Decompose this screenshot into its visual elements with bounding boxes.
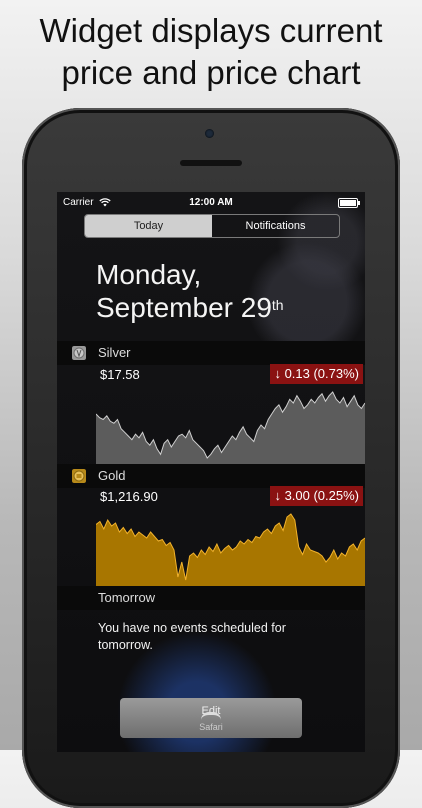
- date-text: September 29: [96, 292, 272, 323]
- chart-area: [96, 392, 365, 464]
- status-bar: Carrier 12:00 AM: [57, 192, 365, 212]
- notification-center-tabs: Today Notifications: [84, 214, 340, 238]
- silver-label: Silver: [98, 345, 131, 360]
- silver-price-row: $17.58 ↓ 0.13 (0.73%): [96, 364, 365, 386]
- silver-change-badge: ↓ 0.13 (0.73%): [270, 364, 363, 384]
- date-day: September 29th: [96, 291, 284, 324]
- gold-label: Gold: [98, 468, 126, 483]
- date-weekday: Monday,: [96, 259, 202, 290]
- battery-icon: [338, 198, 360, 208]
- dock-app-label: Safari: [199, 722, 223, 732]
- phone-screen: Carrier 12:00 AM Today Notifications Mon…: [57, 192, 365, 752]
- earpiece-speaker: [180, 160, 242, 166]
- silver-coin-icon: [72, 346, 86, 360]
- silver-change: 0.13 (0.73%): [284, 366, 359, 381]
- headline: Widget displays current price and price …: [0, 10, 422, 94]
- chart-area: [96, 514, 365, 586]
- date-suffix: th: [271, 297, 284, 313]
- gold-chart: [95, 508, 365, 591]
- silver-price: $17.58: [100, 367, 140, 382]
- silver-widget-header[interactable]: Silver: [57, 341, 365, 365]
- tomorrow-title: Tomorrow: [98, 590, 156, 605]
- headline-line-2: price and price chart: [61, 54, 361, 91]
- gold-change-badge: ↓ 3.00 (0.25%): [270, 486, 363, 506]
- tomorrow-message: You have no events scheduled for tomorro…: [98, 621, 286, 652]
- gold-widget-header[interactable]: Gold: [57, 464, 365, 488]
- down-arrow-icon: ↓: [274, 366, 281, 381]
- gold-price: $1,216.90: [100, 489, 158, 504]
- tomorrow-header: Tomorrow: [57, 586, 365, 610]
- down-arrow-icon: ↓: [274, 488, 281, 503]
- date-heading: Monday, September 29th: [96, 258, 284, 324]
- headline-line-1: Widget displays current: [39, 12, 383, 49]
- gold-price-row: $1,216.90 ↓ 3.00 (0.25%): [96, 486, 365, 508]
- front-camera: [205, 129, 214, 138]
- tab-today[interactable]: Today: [85, 215, 212, 237]
- silver-chart: [95, 386, 365, 469]
- gold-change: 3.00 (0.25%): [284, 488, 359, 503]
- gold-coin-icon: [72, 469, 86, 483]
- tab-notifications[interactable]: Notifications: [212, 215, 339, 237]
- dismiss-handle-icon[interactable]: [201, 712, 221, 720]
- status-time: 12:00 AM: [189, 197, 233, 208]
